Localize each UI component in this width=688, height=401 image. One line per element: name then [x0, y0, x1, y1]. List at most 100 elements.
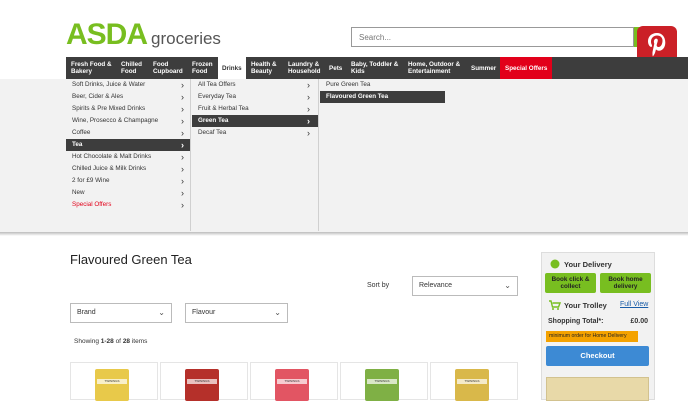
menu-item-chilled-juice[interactable]: Chilled Juice & Milk Drinks › [66, 163, 190, 175]
menu-item-label: Hot Chocolate & Malt Drinks [72, 153, 152, 160]
menu-item-label: Beer, Cider & Ales [72, 93, 124, 100]
asda-logo[interactable]: ASDA groceries [66, 20, 221, 50]
nav-item-special-offers[interactable]: Special Offers [500, 57, 553, 79]
menu-item-2-for-9-wine[interactable]: 2 for £9 Wine › [66, 175, 190, 187]
nav-item-drinks[interactable]: Drinks [218, 57, 246, 79]
menu-item-label: Soft Drinks, Juice & Water [72, 81, 146, 88]
chevron-right-icon: › [181, 116, 184, 126]
results-text: items [130, 338, 148, 345]
chevron-right-icon: › [307, 104, 310, 114]
nav-item-laundry-household[interactable]: Laundry & Household [288, 57, 321, 79]
menu-shadow [0, 232, 688, 236]
results-total: 28 [122, 338, 131, 345]
menu-item-label: Decaf Tea [198, 129, 227, 136]
results-count: Showing 1-28 of 28 items [74, 338, 147, 345]
menu-item-green-tea[interactable]: Green Tea › [192, 115, 318, 127]
menu-item-spirits[interactable]: Spirits & Pre Mixed Drinks › [66, 103, 190, 115]
product-image: TWININGS [455, 369, 489, 401]
nav-item-fresh-food[interactable]: Fresh Food & Bakery [71, 57, 112, 79]
main-nav: Fresh Food & Bakery Chilled Food Food Cu… [66, 57, 688, 79]
full-view-link[interactable]: Full View [620, 301, 648, 308]
chevron-right-icon: › [181, 128, 184, 138]
nav-item-chilled-food[interactable]: Chilled Food [121, 57, 142, 79]
logo-brand: ASDA [66, 18, 148, 51]
menu-item-label: 2 for £9 Wine [72, 177, 110, 184]
product-card[interactable]: TWININGS [430, 362, 518, 401]
chevron-right-icon: › [181, 152, 184, 162]
results-text: Showing [74, 338, 101, 345]
flavour-filter-label: Flavour [192, 309, 216, 316]
search-input[interactable] [351, 27, 634, 47]
logo-subtitle: groceries [151, 29, 221, 48]
menu-item-special-offers[interactable]: Special Offers › [66, 199, 190, 211]
chevron-right-icon: › [181, 164, 184, 174]
chevron-right-icon: › [307, 92, 310, 102]
flavour-filter[interactable]: Flavour ⌄ [185, 303, 288, 323]
product-image: TWININGS [95, 369, 129, 401]
menu-item-new[interactable]: New › [66, 187, 190, 199]
brand-filter-label: Brand [77, 309, 96, 316]
nav-item-frozen-food[interactable]: Frozen Food [192, 57, 213, 79]
menu-item-label: Wine, Prosecco & Champagne [72, 117, 159, 124]
product-brand: TWININGS [97, 379, 127, 384]
chevron-right-icon: › [307, 80, 310, 90]
nav-item-home-outdoor[interactable]: Home, Outdoor & Entertainment [408, 57, 460, 79]
menu-item-label: Fruit & Herbal Tea [198, 105, 249, 112]
promo-banner[interactable] [546, 377, 649, 401]
nav-item-food-cupboard[interactable]: Food Cupboard [153, 57, 183, 79]
chevron-right-icon: › [181, 176, 184, 186]
menu-item-soft-drinks[interactable]: Soft Drinks, Juice & Water › [66, 79, 190, 91]
chevron-right-icon: › [181, 200, 184, 210]
menu-item-hot-chocolate[interactable]: Hot Chocolate & Malt Drinks › [66, 151, 190, 163]
chevron-down-icon: ⌄ [158, 308, 165, 317]
product-brand: TWININGS [277, 379, 307, 384]
checkout-button[interactable]: Checkout [546, 346, 649, 366]
menu-item-tea[interactable]: Tea › [66, 139, 190, 151]
product-card[interactable]: TWININGS [250, 362, 338, 401]
delivery-check-icon [550, 259, 560, 269]
chevron-right-icon: › [181, 92, 184, 102]
product-card[interactable]: TWININGS [160, 362, 248, 401]
nav-item-health-beauty[interactable]: Health & Beauty [251, 57, 277, 79]
pinterest-icon [648, 33, 666, 57]
menu-item-all-tea-offers[interactable]: All Tea Offers › [192, 79, 318, 91]
delivery-title: Your Delivery [564, 260, 612, 269]
product-brand: TWININGS [457, 379, 487, 384]
results-range: 1-28 [100, 338, 114, 345]
chevron-right-icon: › [181, 104, 184, 114]
product-brand: TWININGS [187, 379, 217, 384]
menu-item-label: Chilled Juice & Milk Drinks [72, 165, 147, 172]
minimum-order-notice: minimum order for Home Delivery [546, 331, 638, 342]
book-home-delivery-button[interactable]: Book home delivery [600, 273, 651, 293]
sort-value: Relevance [419, 282, 453, 289]
chevron-right-icon: › [181, 80, 184, 90]
menu-item-decaf-tea[interactable]: Decaf Tea › [192, 127, 318, 139]
menu-item-fruit-herbal[interactable]: Fruit & Herbal Tea › [192, 103, 318, 115]
product-card[interactable]: TWININGS [340, 362, 428, 401]
nav-item-pets[interactable]: Pets [329, 57, 342, 79]
menu-item-label: Spirits & Pre Mixed Drinks [72, 105, 146, 112]
menu-item-label: Green Tea [198, 117, 229, 124]
product-brand: TWININGS [367, 379, 397, 384]
sort-select[interactable]: Relevance ⌄ [412, 276, 518, 296]
menu-item-flavoured-green-tea[interactable]: Flavoured Green Tea [320, 91, 445, 103]
menu-item-everyday-tea[interactable]: Everyday Tea › [192, 91, 318, 103]
menu-item-label: Special Offers [72, 201, 112, 208]
chevron-right-icon: › [181, 140, 184, 150]
chevron-down-icon: ⌄ [504, 281, 511, 290]
menu-item-coffee[interactable]: Coffee › [66, 127, 190, 139]
chevron-right-icon: › [307, 116, 310, 126]
book-click-collect-button[interactable]: Book click & collect [545, 273, 596, 293]
nav-item-summer[interactable]: Summer [471, 57, 496, 79]
menu-item-beer-cider[interactable]: Beer, Cider & Ales › [66, 91, 190, 103]
chevron-right-icon: › [307, 128, 310, 138]
brand-filter[interactable]: Brand ⌄ [70, 303, 172, 323]
product-card[interactable]: TWININGS [70, 362, 158, 401]
trolley-icon [549, 300, 561, 310]
menu-item-pure-green-tea[interactable]: Pure Green Tea [320, 79, 445, 91]
menu-item-wine[interactable]: Wine, Prosecco & Champagne › [66, 115, 190, 127]
site-header: ASDA groceries [0, 0, 688, 66]
sort-label: Sort by [367, 282, 390, 289]
product-image: TWININGS [365, 369, 399, 401]
nav-item-baby-toddler[interactable]: Baby, Toddler & Kids [351, 57, 398, 79]
